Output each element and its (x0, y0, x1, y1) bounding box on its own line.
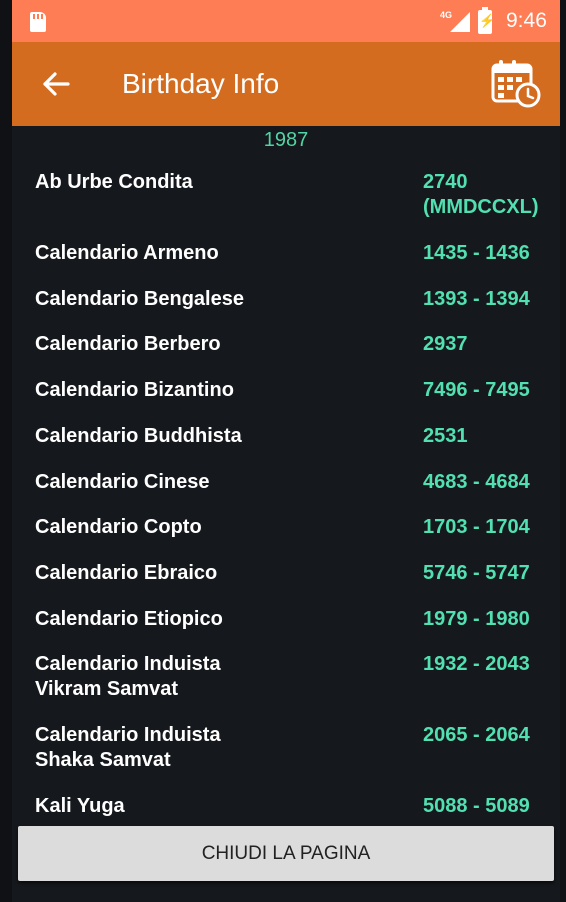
calendar-name: Calendario Etiopico (35, 608, 223, 630)
calendar-name: Calendario Induista Shaka Samvat (35, 724, 221, 771)
calendar-year-value: 5746 - 5747 (423, 562, 530, 584)
calendar-name: Kali Yuga (35, 795, 125, 817)
back-button[interactable] (34, 62, 78, 106)
calendar-clock-icon (491, 60, 541, 108)
calendar-year-value: 2065 - 2064 (423, 724, 530, 746)
calendar-name: Calendario Buddhista (35, 425, 242, 447)
calendar-name: Calendario Berbero (35, 333, 221, 355)
calendar-year-value: 1393 - 1394 (423, 288, 530, 310)
calendar-year-value: 2740 (MMDCCXL) (423, 171, 539, 218)
calendar-name: Ab Urbe Condita (35, 171, 193, 193)
calendar-name: Calendario Bengalese (35, 288, 244, 310)
calendar-action-button[interactable] (488, 58, 544, 110)
calendar-year-value: 1703 - 1704 (423, 516, 530, 538)
sd-card-icon (30, 12, 46, 32)
calendar-name: Calendario Copto (35, 516, 202, 538)
page-title: Birthday Info (122, 68, 280, 99)
calendar-year-value: 2937 (423, 333, 468, 355)
calendar-name: Calendario Bizantino (35, 379, 234, 401)
calendar-year-value: 7496 - 7495 (423, 379, 530, 401)
app-bar: Birthday Info (12, 42, 560, 126)
close-page-button[interactable]: CHIUDI LA PAGINA (18, 826, 554, 881)
status-time: 9:46 (506, 9, 547, 32)
battery-charging-icon (478, 7, 495, 34)
calendar-name: Calendario Ebraico (35, 562, 218, 584)
calendar-year-value: 4683 - 4684 (423, 471, 530, 493)
calendar-year-value: 1932 - 2043 (423, 653, 530, 675)
status-bar: 4G 9:46 (12, 0, 560, 42)
calendar-year-value: 1979 - 1980 (423, 608, 530, 630)
calendar-year-value: 5088 - 5089 (423, 795, 530, 817)
signal-icon: 4G (440, 10, 472, 34)
calendar-year-value: 2531 (423, 425, 468, 447)
arrow-left-icon (43, 72, 70, 96)
calendar-name: Calendario Armeno (35, 242, 219, 264)
calendar-name: Calendario Cinese (35, 471, 210, 493)
calendar-year-value: 1435 - 1436 (423, 242, 530, 264)
calendar-name: Calendario Induista Vikram Samvat (35, 653, 221, 700)
birth-year: 1987 (263, 129, 309, 151)
